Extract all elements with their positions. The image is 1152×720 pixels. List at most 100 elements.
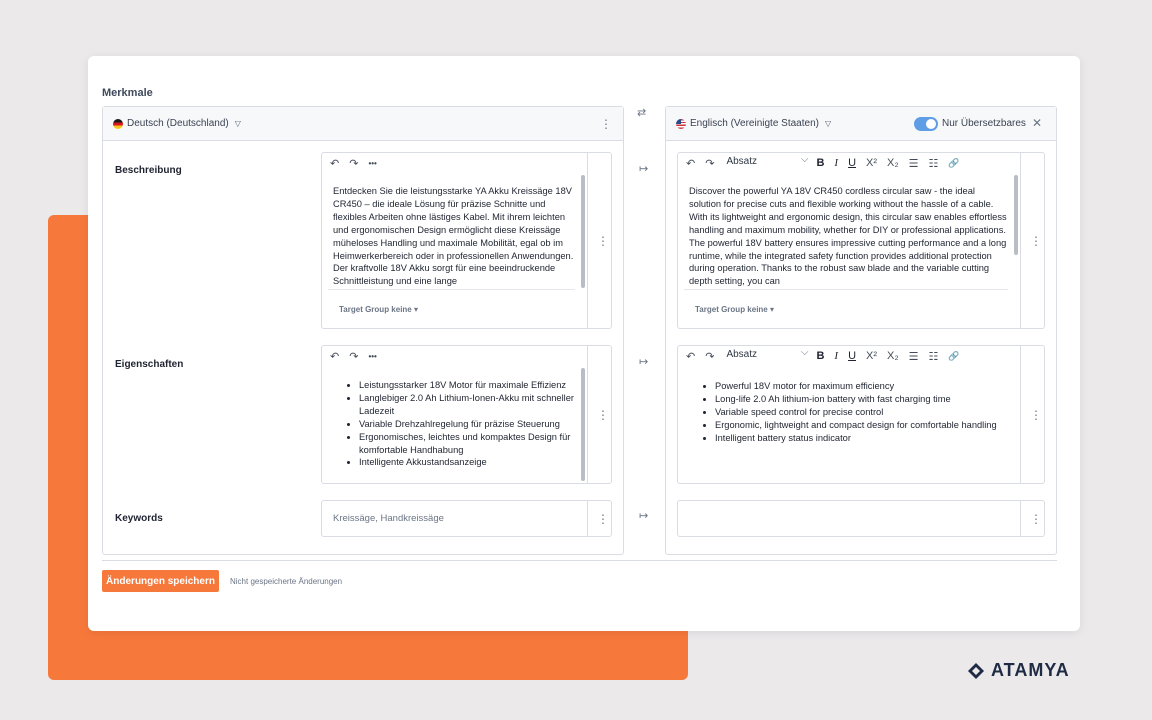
keywords-value: Kreissäge, Handkreissäge <box>333 513 444 524</box>
undo-icon[interactable]: ↶ <box>686 157 695 170</box>
numbered-list-icon[interactable]: ☷ <box>929 157 939 170</box>
paragraph-style-select[interactable]: Absatz <box>724 154 810 170</box>
field-menu-icon[interactable]: ⋮ <box>597 409 609 421</box>
close-icon[interactable]: ✕ <box>1032 116 1042 130</box>
unsaved-changes-status: Nicht gespeicherte Änderungen <box>230 577 343 586</box>
target-group-dropdown[interactable]: Target Group keine ▾ <box>695 305 774 314</box>
translatable-only-toggle[interactable] <box>914 117 938 131</box>
scrollbar[interactable] <box>581 175 585 288</box>
source-properties-editor[interactable]: ↶ ↷ ••• Leistungsstarker 18V Motor für m… <box>321 345 612 484</box>
italic-icon[interactable]: I <box>834 157 838 169</box>
bold-icon[interactable]: B <box>816 157 824 169</box>
germany-flag-icon <box>113 118 123 129</box>
field-menu-icon[interactable]: ⋮ <box>1030 513 1042 525</box>
field-menu: ⋮ <box>1020 153 1044 328</box>
editor-toolbar: ↶ ↷ Absatz B I U X² X₂ ☰ ☷ 🔗 <box>678 346 1020 366</box>
list-item: Long-life 2.0 Ah lithium-ion battery wit… <box>715 393 1008 406</box>
underline-icon[interactable]: U <box>848 157 856 169</box>
atamya-logo: ATAMYA <box>967 660 1070 681</box>
field-menu: ⋮ <box>1020 501 1044 536</box>
more-options-icon[interactable]: ••• <box>368 352 376 361</box>
target-properties-list[interactable]: Powerful 18V motor for maximum efficienc… <box>678 380 1020 480</box>
source-properties-list[interactable]: Leistungsstarker 18V Motor für maximale … <box>322 379 587 482</box>
editor-toolbar: ↶ ↷ ••• <box>322 346 587 366</box>
field-menu-icon[interactable]: ⋮ <box>597 235 609 247</box>
list-item: Ergonomisches, leichtes und kompaktes De… <box>359 431 575 457</box>
bullet-list-icon[interactable]: ☰ <box>909 157 919 170</box>
target-language-label[interactable]: Englisch (Vereinigte Staaten) <box>690 118 819 129</box>
field-menu-icon[interactable]: ⋮ <box>1030 409 1042 421</box>
swap-languages-icon[interactable]: ⇄ <box>637 106 646 119</box>
target-keywords-input[interactable]: ⋮ <box>677 500 1045 537</box>
paragraph-style-select[interactable]: Absatz <box>724 347 810 363</box>
logo-mark-icon <box>968 662 984 679</box>
superscript-icon[interactable]: X² <box>866 157 877 169</box>
undo-icon[interactable]: ↶ <box>330 350 339 363</box>
list-item: Ergonomic, lightweight and compact desig… <box>715 419 1008 432</box>
us-flag-icon <box>676 118 686 129</box>
list-item: Variable Drehzahlregelung für präzise St… <box>359 418 575 431</box>
redo-icon[interactable]: ↷ <box>705 157 714 170</box>
divider <box>328 289 575 290</box>
subscript-icon[interactable]: X₂ <box>887 350 899 362</box>
transfer-description-icon[interactable]: ↦ <box>639 162 648 175</box>
undo-icon[interactable]: ↶ <box>686 350 695 363</box>
target-properties-editor[interactable]: ↶ ↷ Absatz B I U X² X₂ ☰ ☷ 🔗 Powerful 18… <box>677 345 1045 484</box>
section-title: Merkmale <box>102 87 153 99</box>
source-description-text[interactable]: Entdecken Sie die leistungsstarke YA Akk… <box>322 185 587 287</box>
bold-icon[interactable]: B <box>816 350 824 362</box>
more-options-icon[interactable]: ••• <box>368 159 376 168</box>
list-item: Leistungsstarker 18V Motor für maximale … <box>359 379 575 392</box>
source-language-label: Deutsch (Deutschland) <box>127 118 229 129</box>
subscript-icon[interactable]: X₂ <box>887 157 899 169</box>
scrollbar[interactable] <box>581 368 585 481</box>
target-group-dropdown[interactable]: Target Group keine ▾ <box>339 305 418 314</box>
panel-menu-icon[interactable]: ⋮ <box>600 118 612 130</box>
underline-icon[interactable]: U <box>848 350 856 362</box>
numbered-list-icon[interactable]: ☷ <box>929 350 939 363</box>
target-description-editor[interactable]: ↶ ↷ Absatz B I U X² X₂ ☰ ☷ 🔗 Discover th… <box>677 152 1045 329</box>
source-keywords-input[interactable]: Kreissäge, Handkreissäge ⋮ <box>321 500 612 537</box>
link-icon[interactable]: 🔗 <box>948 158 959 169</box>
logo-text: ATAMYA <box>991 660 1070 680</box>
editor-toolbar: ↶ ↷ Absatz B I U X² X₂ ☰ ☷ 🔗 <box>678 153 1020 173</box>
save-changes-button[interactable]: Änderungen speichern <box>102 570 219 592</box>
target-language-panel: Englisch (Vereinigte Staaten) ▽ Nur Über… <box>665 106 1057 555</box>
redo-icon[interactable]: ↷ <box>349 350 358 363</box>
divider <box>684 289 1008 290</box>
bullet-list-icon[interactable]: ☰ <box>909 350 919 363</box>
transfer-keywords-icon[interactable]: ↦ <box>639 509 648 522</box>
transfer-properties-icon[interactable]: ↦ <box>639 355 648 368</box>
list-item: Intelligente Akkustandsanzeige <box>359 456 575 469</box>
field-menu-icon[interactable]: ⋮ <box>1030 235 1042 247</box>
redo-icon[interactable]: ↷ <box>349 157 358 170</box>
list-item: Langlebiger 2.0 Ah Lithium-Ionen-Akku mi… <box>359 392 575 418</box>
redo-icon[interactable]: ↷ <box>705 350 714 363</box>
field-menu-icon[interactable]: ⋮ <box>597 513 609 525</box>
target-description-text[interactable]: Discover the powerful YA 18V CR450 cordl… <box>678 185 1020 287</box>
editor-toolbar: ↶ ↷ ••• <box>322 153 587 173</box>
field-menu: ⋮ <box>587 501 611 536</box>
chevron-down-icon[interactable]: ▽ <box>825 119 831 128</box>
keywords-label: Keywords <box>115 513 163 524</box>
scrollbar[interactable] <box>1014 175 1018 255</box>
field-menu: ⋮ <box>587 346 611 483</box>
undo-icon[interactable]: ↶ <box>330 157 339 170</box>
field-menu: ⋮ <box>587 153 611 328</box>
link-icon[interactable]: 🔗 <box>948 351 959 362</box>
list-item: Powerful 18V motor for maximum efficienc… <box>715 380 1008 393</box>
italic-icon[interactable]: I <box>834 350 838 362</box>
source-language-panel: Deutsch (Deutschland) ▽ ⋮ Beschreibung ↶… <box>102 106 624 555</box>
superscript-icon[interactable]: X² <box>866 350 877 362</box>
divider <box>102 560 1057 561</box>
description-label: Beschreibung <box>115 165 182 176</box>
target-language-header: Englisch (Vereinigte Staaten) ▽ Nur Über… <box>666 107 1056 141</box>
properties-label: Eigenschaften <box>115 359 184 370</box>
field-menu: ⋮ <box>1020 346 1044 483</box>
list-item: Variable speed control for precise contr… <box>715 406 1008 419</box>
list-item: Intelligent battery status indicator <box>715 432 1008 445</box>
translatable-only-label: Nur Übersetzbares <box>942 118 1026 129</box>
features-card: Merkmale Deutsch (Deutschland) ▽ ⋮ Besch… <box>88 56 1080 631</box>
source-language-selector[interactable]: Deutsch (Deutschland) ▽ ⋮ <box>103 107 623 141</box>
source-description-editor[interactable]: ↶ ↷ ••• Entdecken Sie die leistungsstark… <box>321 152 612 329</box>
